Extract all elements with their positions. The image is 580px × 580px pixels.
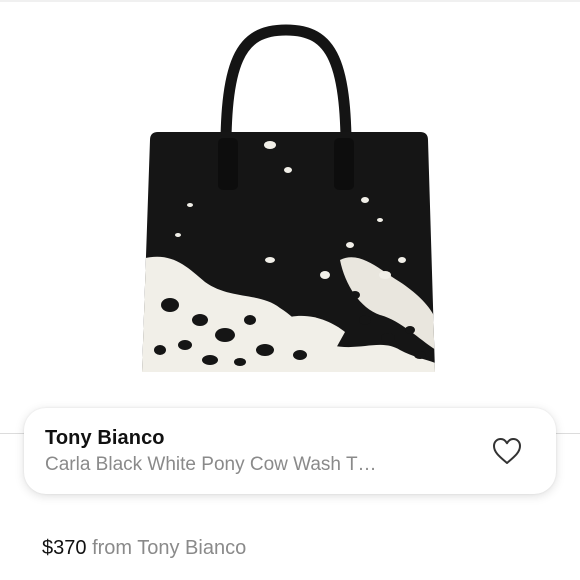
product-title: Carla Black White Pony Cow Wash T… — [45, 454, 377, 475]
product-listing-page: Tony Bianco Carla Black White Pony Cow W… — [0, 0, 580, 580]
brand-name: Tony Bianco — [45, 427, 165, 449]
heart-outline-icon — [493, 438, 521, 464]
top-divider — [0, 0, 580, 2]
price: $370 — [42, 537, 87, 559]
favorite-button[interactable] — [490, 434, 524, 468]
price-row: $370 from Tony Bianco — [42, 537, 246, 560]
seller-text: from Tony Bianco — [92, 537, 247, 559]
product-info-card[interactable]: Tony Bianco Carla Black White Pony Cow W… — [24, 408, 556, 494]
product-image[interactable] — [130, 20, 450, 380]
